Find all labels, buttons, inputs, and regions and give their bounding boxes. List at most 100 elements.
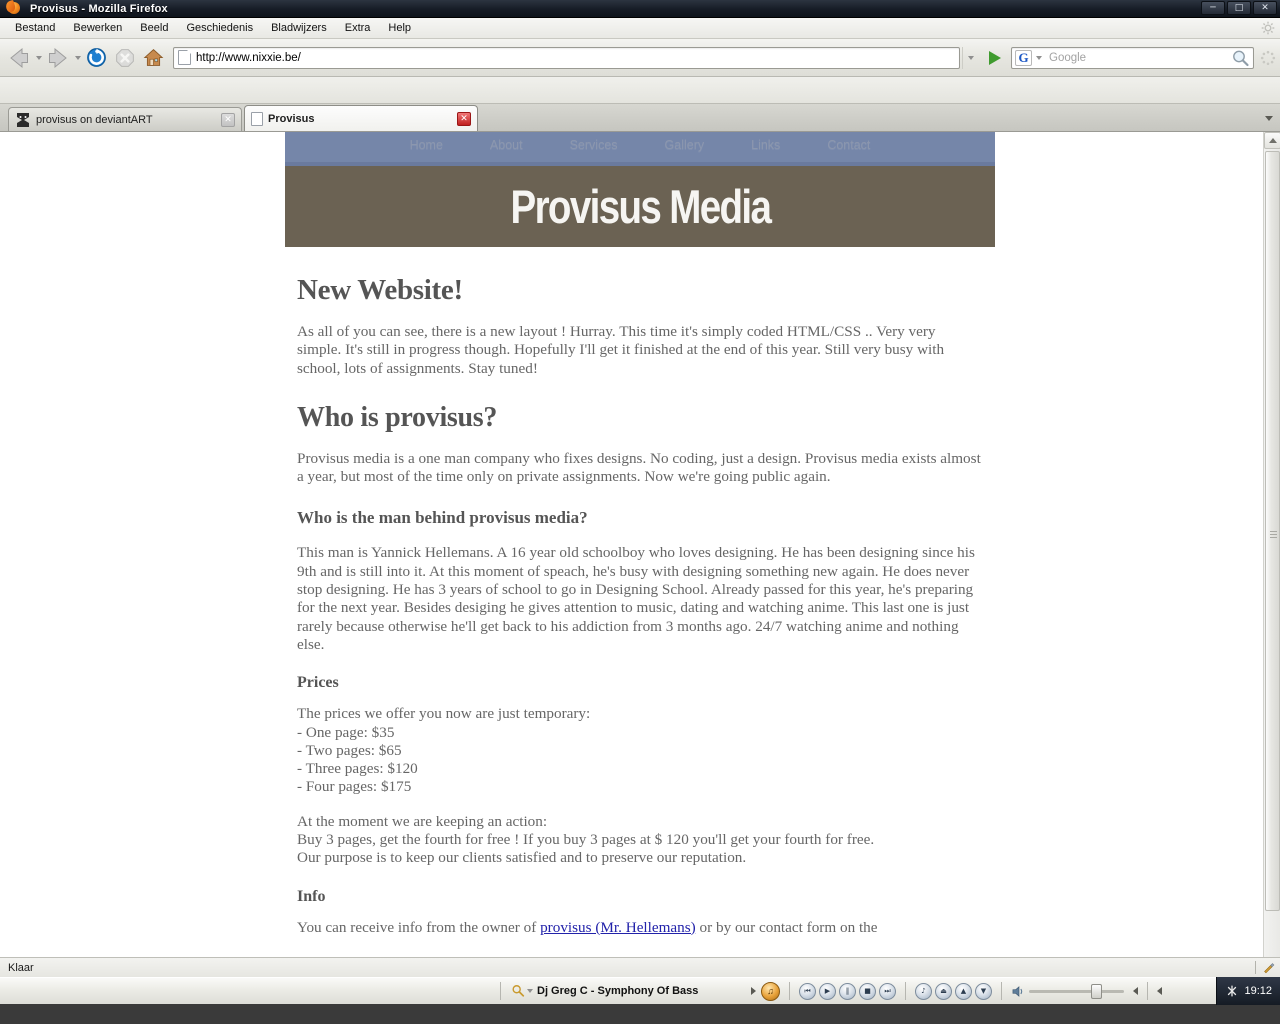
google-logo-icon[interactable]: G bbox=[1015, 49, 1032, 66]
paragraph-prices: The prices we offer you now are just tem… bbox=[297, 705, 983, 796]
media-down-button[interactable]: ▼ bbox=[975, 982, 992, 1000]
scrollbar-thumb[interactable] bbox=[1265, 151, 1280, 911]
heading-info: Info bbox=[297, 887, 326, 905]
minimize-button[interactable]: ─ bbox=[1201, 1, 1225, 15]
search-bar[interactable]: G Google bbox=[1011, 45, 1254, 71]
search-input[interactable]: Google bbox=[1043, 52, 1229, 64]
tab-close-button[interactable]: ✕ bbox=[457, 111, 471, 126]
volume-slider-knob[interactable] bbox=[1091, 983, 1102, 999]
nav-link-about[interactable]: About bbox=[490, 138, 523, 152]
expand-arrow-icon[interactable] bbox=[751, 987, 756, 995]
tab-bar: provisus on deviantART ✕ Provisus ✕ bbox=[0, 104, 1280, 132]
prices-intro: The prices we offer you now are just tem… bbox=[297, 705, 591, 723]
status-bar: Klaar bbox=[0, 957, 1280, 977]
site-navigation: Home About Services Gallery Links Contac… bbox=[285, 132, 995, 166]
info-text-prefix: You can receive info from the owner of bbox=[297, 918, 541, 936]
forward-button[interactable] bbox=[43, 43, 73, 73]
menu-item-beeld[interactable]: Beeld bbox=[131, 20, 177, 36]
heading-man-behind: Who is the man behind provisus media? bbox=[297, 508, 588, 528]
tab-label: provisus on deviantART bbox=[36, 113, 153, 126]
media-library-button[interactable]: ♫ bbox=[761, 981, 780, 1001]
media-search-icon[interactable] bbox=[511, 984, 525, 998]
control-divider bbox=[905, 982, 906, 1000]
nav-link-home[interactable]: Home bbox=[410, 138, 443, 152]
vertical-scrollbar[interactable] bbox=[1263, 132, 1280, 957]
url-input[interactable]: http://www.nixxie.be/ bbox=[196, 52, 301, 64]
media-next-button[interactable]: ⏭ bbox=[879, 982, 896, 1000]
search-icon[interactable] bbox=[1229, 48, 1253, 68]
scroll-up-button[interactable] bbox=[1264, 132, 1280, 149]
media-music-button[interactable]: ♪ bbox=[915, 982, 932, 1000]
tab-deviantart[interactable]: provisus on deviantART ✕ bbox=[8, 107, 242, 131]
go-button[interactable] bbox=[982, 46, 1008, 70]
media-pause-button[interactable]: ‖ bbox=[839, 982, 856, 1000]
firefox-logo-icon bbox=[4, 0, 22, 16]
menu-item-help[interactable]: Help bbox=[379, 20, 420, 36]
media-player-controls: ♫ ⏮ ▶ ‖ ■ ⏭ ♪ ⏏ ▲ ▼ bbox=[751, 981, 1162, 1001]
reload-icon[interactable] bbox=[86, 47, 107, 68]
media-stop-button[interactable]: ■ bbox=[859, 982, 876, 1000]
site-header-banner: Provisus Media bbox=[285, 166, 995, 247]
maximize-button[interactable]: □ bbox=[1227, 1, 1251, 15]
status-text: Klaar bbox=[8, 961, 34, 974]
paragraph-who-body: Provisus media is a one man company who … bbox=[297, 449, 981, 486]
price-line-three: - Three pages: $120 bbox=[297, 760, 418, 778]
heading-new-website: New Website! bbox=[297, 274, 463, 306]
window-titlebar: Provisus - Mozilla Firefox ─ □ ✕ bbox=[0, 0, 1280, 18]
paragraph-man-body: This man is Yannick Hellemans. A 16 year… bbox=[297, 544, 975, 653]
go-arrow-icon bbox=[989, 50, 1001, 65]
media-menu-dropdown[interactable] bbox=[525, 978, 534, 1004]
media-eject-button[interactable]: ⏏ bbox=[935, 982, 952, 1000]
paragraph-action: At the moment we are keeping an action: … bbox=[297, 813, 983, 868]
back-button[interactable] bbox=[4, 43, 34, 73]
website-page: Home About Services Gallery Links Contac… bbox=[285, 132, 995, 957]
deviantart-icon bbox=[17, 112, 29, 127]
navigation-toolbar: http://www.nixxie.be/ G Google bbox=[0, 39, 1280, 77]
control-divider bbox=[1147, 982, 1148, 1000]
action-line-3: Our purpose is to keep our clients satis… bbox=[297, 849, 747, 867]
volume-icon[interactable] bbox=[1011, 985, 1026, 998]
price-line-four: - Four pages: $175 bbox=[297, 778, 412, 796]
home-icon[interactable] bbox=[143, 47, 164, 68]
close-button[interactable]: ✕ bbox=[1253, 1, 1277, 15]
tab-label: Provisus bbox=[268, 112, 315, 125]
taskbar-collapse-icon[interactable] bbox=[1157, 987, 1162, 995]
nav-link-services[interactable]: Services bbox=[570, 138, 618, 152]
tray-status-icon[interactable] bbox=[1225, 984, 1239, 998]
tab-provisus[interactable]: Provisus ✕ bbox=[244, 105, 478, 131]
status-bar-right bbox=[1255, 961, 1276, 975]
scrollbar-grip bbox=[1270, 531, 1277, 538]
tab-close-button[interactable]: ✕ bbox=[221, 112, 235, 127]
media-play-button[interactable]: ▶ bbox=[819, 982, 836, 1000]
adblock-icon[interactable] bbox=[1262, 961, 1276, 975]
stop-icon[interactable] bbox=[115, 48, 135, 68]
volume-slider[interactable] bbox=[1029, 983, 1124, 999]
menu-bar: Bestand Bewerken Beeld Geschiedenis Blad… bbox=[0, 18, 1280, 39]
nav-link-contact[interactable]: Contact bbox=[827, 138, 870, 152]
search-engine-dropdown[interactable] bbox=[1034, 45, 1043, 71]
media-previous-button[interactable]: ⏮ bbox=[799, 982, 816, 1000]
url-bar[interactable]: http://www.nixxie.be/ bbox=[173, 46, 960, 69]
menu-item-bladwijzers[interactable]: Bladwijzers bbox=[262, 20, 336, 36]
control-divider bbox=[789, 982, 790, 1000]
price-line-two: - Two pages: $65 bbox=[297, 741, 402, 759]
tab-list-dropdown[interactable] bbox=[1262, 110, 1276, 126]
url-history-dropdown[interactable] bbox=[962, 46, 979, 69]
nav-link-gallery[interactable]: Gallery bbox=[665, 138, 705, 152]
menu-item-geschiedenis[interactable]: Geschiedenis bbox=[177, 20, 262, 36]
page-content: New Website! As all of you can see, ther… bbox=[285, 247, 995, 937]
clock[interactable]: 19:12 bbox=[1244, 985, 1272, 997]
menu-item-bestand[interactable]: Bestand bbox=[6, 20, 64, 36]
forward-dropdown[interactable] bbox=[73, 45, 82, 71]
back-dropdown[interactable] bbox=[34, 45, 43, 71]
status-divider bbox=[1255, 961, 1256, 974]
collapse-arrow-icon[interactable] bbox=[1133, 987, 1138, 995]
menu-item-extra[interactable]: Extra bbox=[336, 20, 380, 36]
nav-link-links[interactable]: Links bbox=[751, 138, 780, 152]
info-link-provisus[interactable]: provisus (Mr. Hellemans) bbox=[540, 919, 696, 936]
media-up-button[interactable]: ▲ bbox=[955, 982, 972, 1000]
gear-icon[interactable] bbox=[1261, 21, 1275, 35]
action-line-2: Buy 3 pages, get the fourth for free ! I… bbox=[297, 831, 875, 849]
control-divider bbox=[1001, 982, 1002, 1000]
menu-item-bewerken[interactable]: Bewerken bbox=[64, 20, 131, 36]
